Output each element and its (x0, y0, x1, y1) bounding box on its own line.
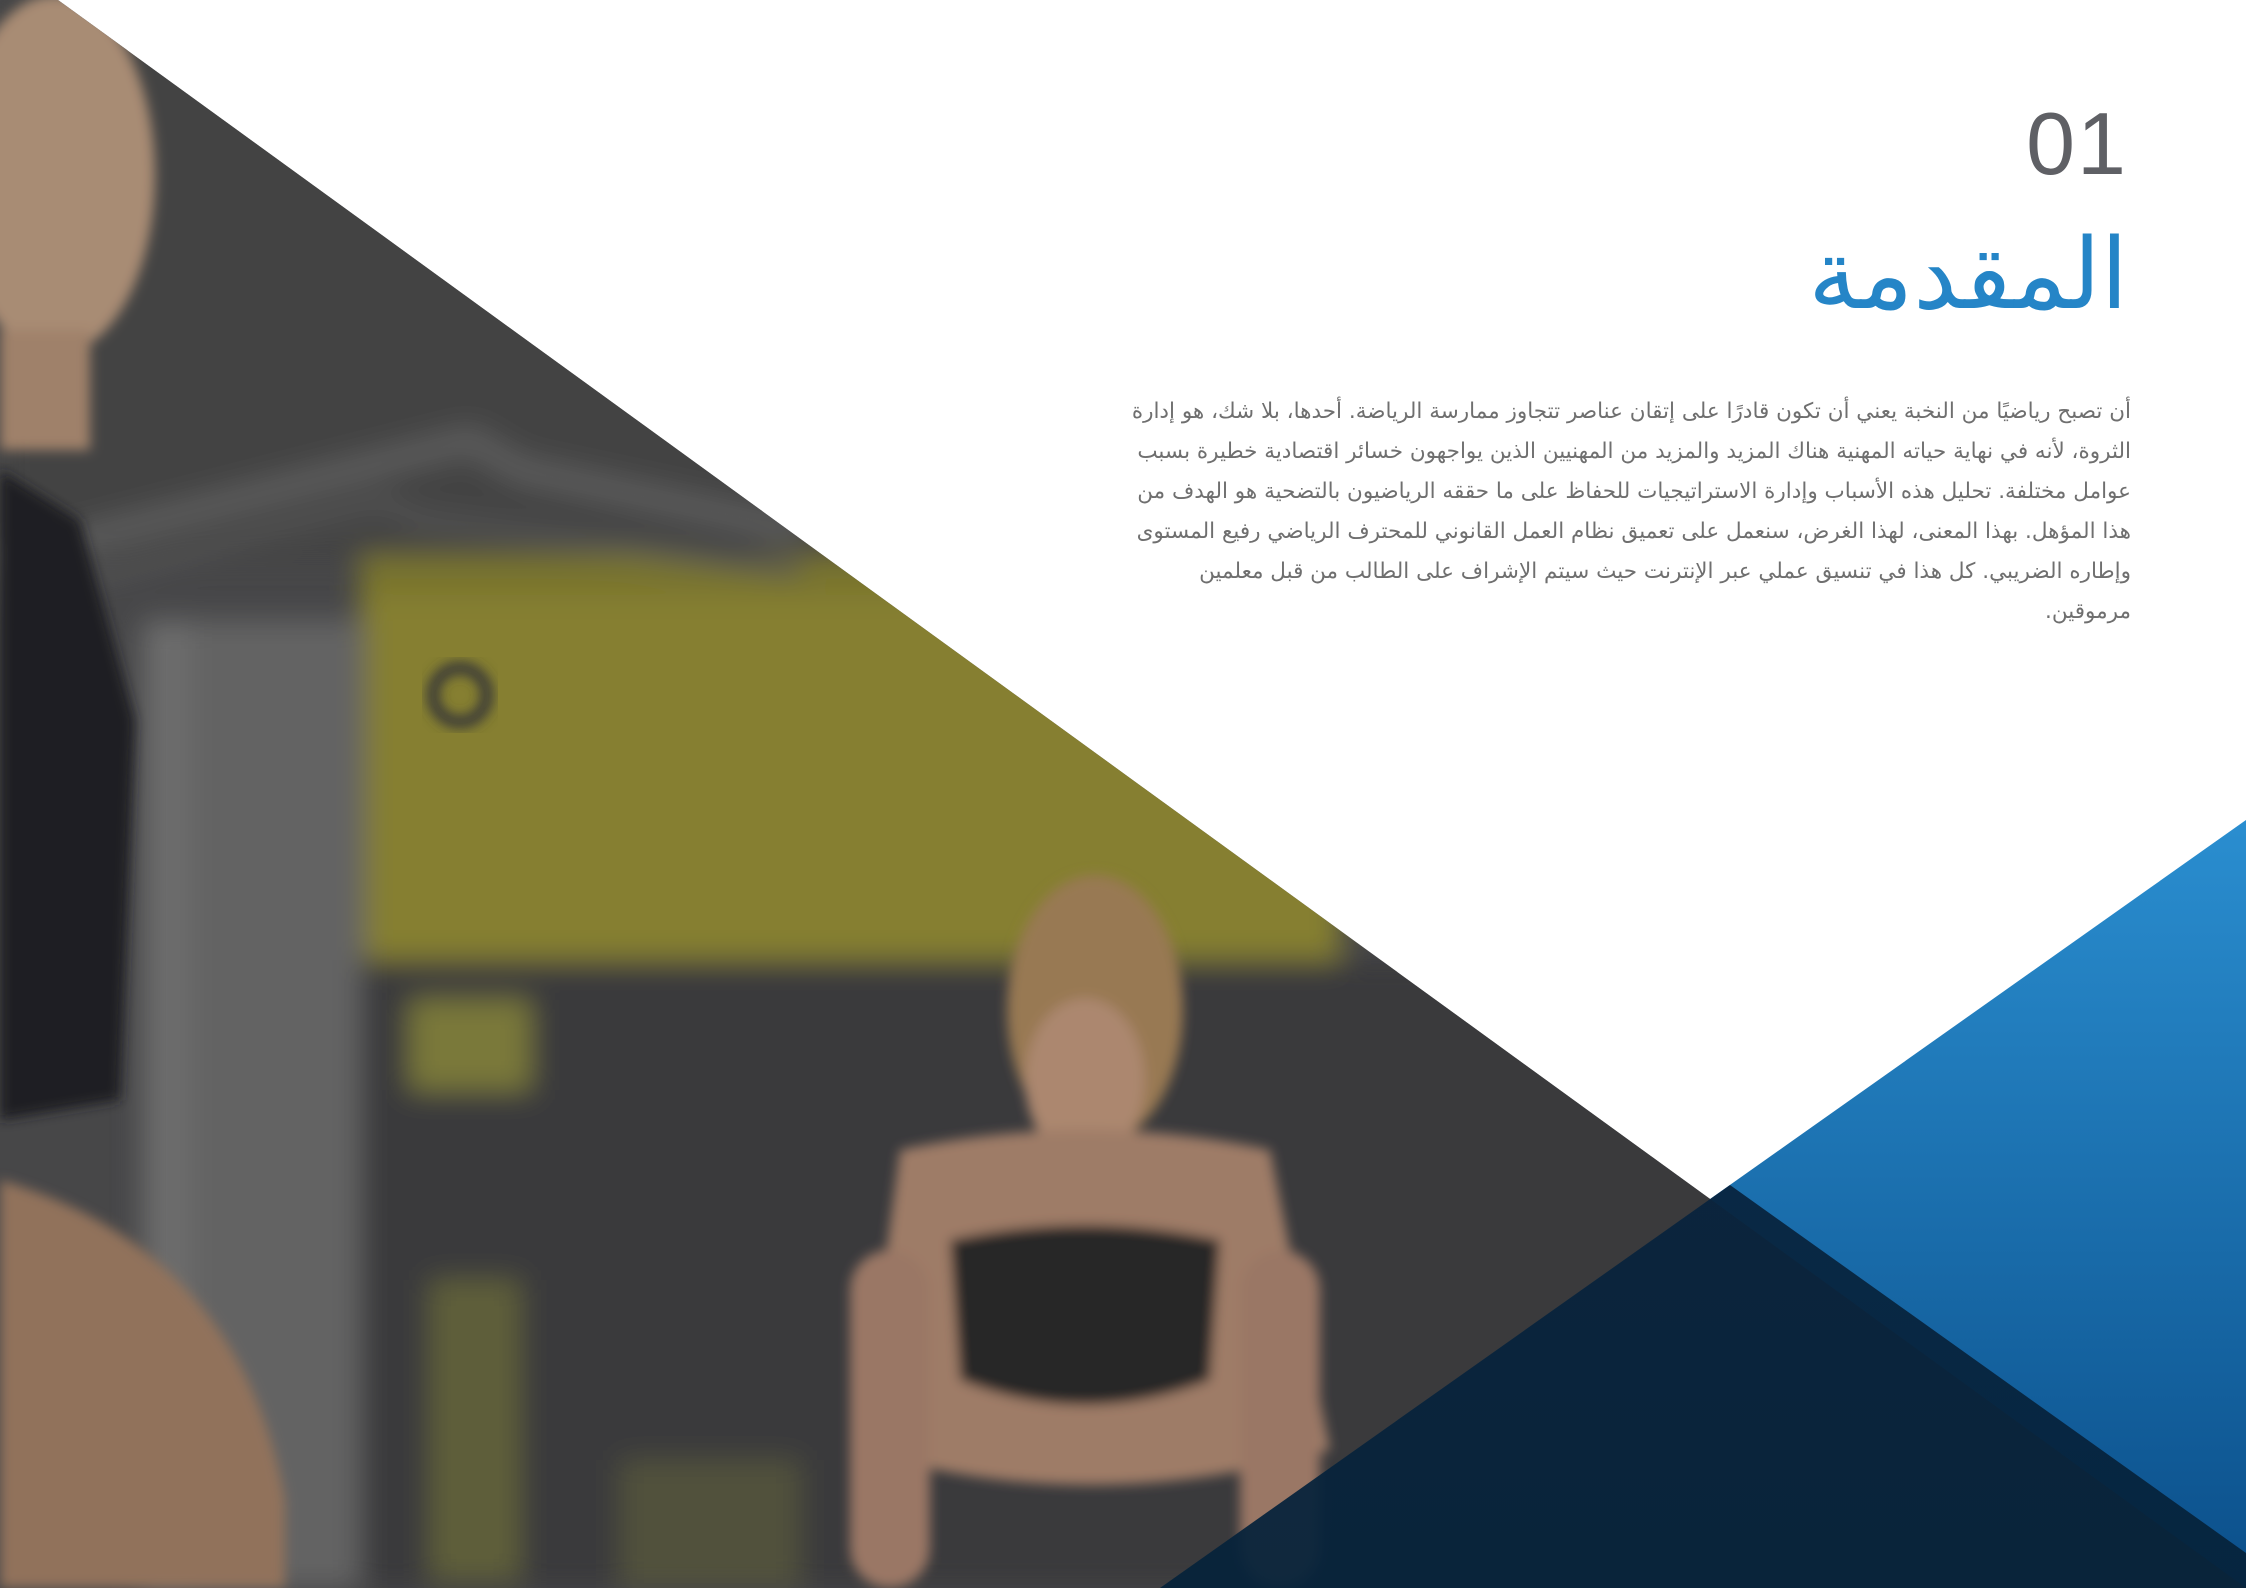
section-number: 01 (2026, 94, 2128, 193)
section-title: المقدمة (1808, 218, 2128, 332)
intro-paragraph: أن تصبح رياضيًا من النخبة يعني أن تكون ق… (1131, 399, 2131, 624)
brochure-page: 01 المقدمة أن تصبح رياضيًا من النخبة يعن… (0, 0, 2246, 1588)
